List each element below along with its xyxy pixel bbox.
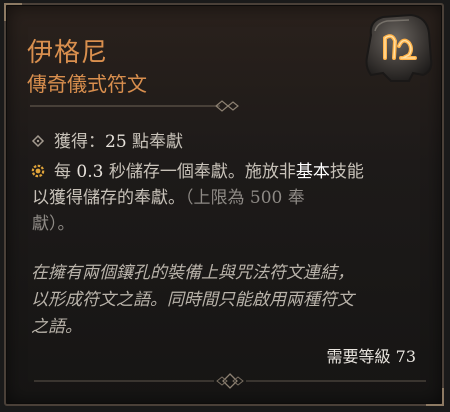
diamond-bullet-icon: [31, 134, 45, 148]
passive-cap-close: 獻）。: [32, 214, 75, 234]
gain-amount: 25: [105, 132, 127, 152]
gain-prefix: 獲得：: [54, 132, 105, 152]
passive-part3: 技能: [329, 162, 364, 182]
level-requirement: 需要等級 73: [327, 343, 416, 367]
item-type: 傳奇儀式符文: [27, 72, 147, 96]
flavor-line-2: 以形成符文之語。同時間只能啟用兩種符文: [31, 290, 354, 310]
passive-cap-unit: 奉: [282, 188, 305, 208]
passive-highlight: 基本: [295, 162, 330, 182]
gear-bullet-icon: [31, 164, 45, 178]
gain-suffix: 點奉獻: [126, 132, 184, 152]
passive-part1: 每: [54, 162, 77, 182]
passive-cap-value: 500: [249, 188, 283, 208]
item-tooltip: 伊格尼 傳奇儀式符文 獲得：25 點奉獻 每 0.3 秒儲存一個奉獻。施放非基本…: [4, 3, 444, 406]
header-divider: [30, 100, 239, 112]
item-name: 伊格尼: [27, 38, 109, 68]
passive-interval: 0.3: [76, 162, 104, 182]
passive-cap-open: （上限為: [185, 188, 250, 208]
passive-part2: 秒儲存一個奉獻。施放非: [103, 162, 296, 182]
flavor-line-1: 在擁有兩個鑲孔的裝備上與咒法符文連結，: [31, 263, 354, 283]
requirement-label: 需要等級: [326, 347, 396, 366]
flavor-line-3: 之語。: [31, 317, 82, 337]
rune-glyph-icon: [365, 13, 433, 82]
footer-divider: [34, 373, 426, 389]
effect-gain-devotion: 獲得：25 點奉獻: [31, 129, 183, 155]
effect-store-devotion: 每 0.3 秒儲存一個奉獻。施放非基本技能 以獲得儲存的奉獻。（上限為 500 …: [31, 159, 429, 237]
flavor-text: 在擁有兩個鑲孔的裝備上與咒法符文連結， 以形成符文之語。同時間只能啟用兩種符文 …: [31, 260, 431, 341]
passive-line2: 以獲得儲存的奉獻。: [32, 188, 185, 208]
requirement-level: 73: [395, 347, 416, 366]
